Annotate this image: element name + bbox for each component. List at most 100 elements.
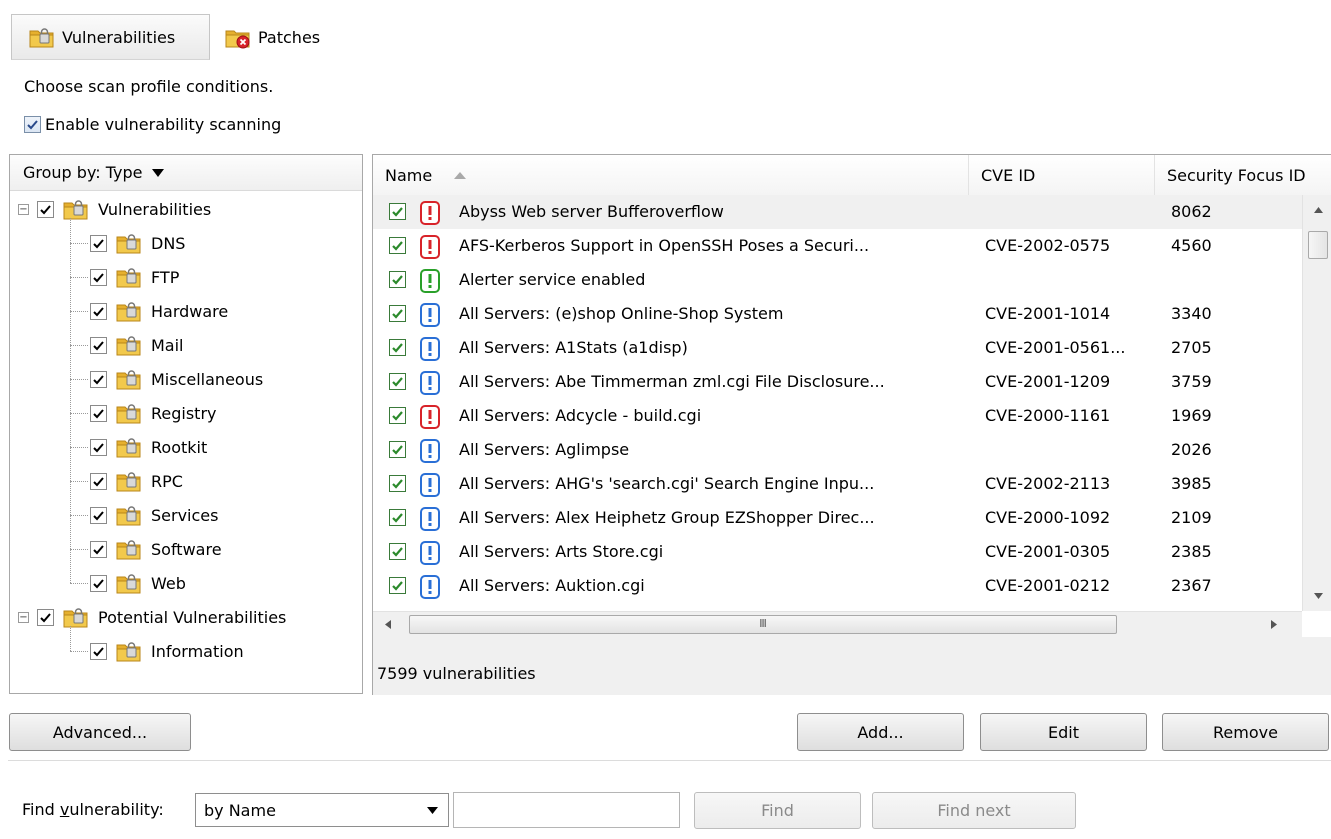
row-checkbox[interactable]	[389, 373, 406, 390]
table-row[interactable]: All Servers: Adcycle - build.cgi CVE-2000…	[373, 399, 1302, 433]
tree-node-label: DNS	[151, 233, 186, 253]
tab-patches[interactable]: Patches	[210, 14, 338, 60]
row-checkbox[interactable]	[389, 271, 406, 288]
table-row[interactable]: All Servers: Auktion.cgi CVE-2001-0212 236…	[373, 569, 1302, 603]
tree-node-label: Software	[151, 539, 222, 559]
row-checkbox[interactable]	[389, 441, 406, 458]
tree-child-node[interactable]: FTP	[90, 260, 179, 294]
table-row[interactable]: Alerter service enabled	[373, 263, 1302, 297]
checkmark-icon	[93, 238, 104, 248]
table-row[interactable]: AFS-Kerberos Support in OpenSSH Poses a …	[373, 229, 1302, 263]
row-checkbox[interactable]	[389, 305, 406, 322]
advanced-button[interactable]: Advanced...	[9, 713, 191, 751]
column-header-cve[interactable]: CVE ID	[969, 155, 1155, 195]
tree-node[interactable]: − Potential Vulnerabilities	[18, 600, 286, 634]
collapse-icon[interactable]: −	[18, 203, 29, 215]
column-header-security-focus[interactable]: Security Focus ID	[1155, 155, 1331, 195]
vertical-scrollbar[interactable]	[1302, 195, 1331, 611]
find-button[interactable]: Find	[694, 792, 861, 829]
column-header-name[interactable]: Name	[373, 155, 969, 195]
tree-node-label: Vulnerabilities	[98, 199, 212, 219]
remove-button[interactable]: Remove	[1162, 713, 1329, 751]
checkbox[interactable]	[90, 234, 107, 252]
checkbox[interactable]	[90, 302, 107, 320]
checkbox[interactable]	[90, 336, 107, 354]
checkbox[interactable]	[90, 506, 107, 524]
row-checkbox[interactable]	[389, 407, 406, 424]
checkbox[interactable]	[37, 200, 54, 218]
row-checkbox[interactable]	[389, 237, 406, 254]
scroll-right-icon[interactable]	[1271, 620, 1277, 629]
tree-child-node[interactable]: RPC	[90, 464, 183, 498]
collapse-icon[interactable]: −	[18, 611, 29, 623]
table-row[interactable]: All Servers: A1Stats (a1disp) CVE-2001-05…	[373, 331, 1302, 365]
tree-child-node[interactable]: Registry	[90, 396, 217, 430]
horizontal-scrollbar[interactable]: Ⅲ	[373, 611, 1302, 637]
table-row[interactable]	[373, 603, 1302, 609]
group-by-dropdown[interactable]: Group by: Type	[10, 155, 362, 191]
folder-lock-icon	[116, 506, 141, 526]
scroll-left-icon[interactable]	[385, 620, 391, 629]
checkmark-icon	[27, 120, 38, 130]
tree-child-node[interactable]: Web	[90, 566, 186, 600]
row-checkbox[interactable]	[389, 509, 406, 526]
tree-child-node[interactable]: Hardware	[90, 294, 228, 328]
find-query-input[interactable]	[453, 792, 680, 828]
tree-connector	[70, 549, 88, 550]
checkbox[interactable]	[90, 438, 107, 456]
group-by-label: Group by: Type	[23, 163, 143, 182]
tree-child-node[interactable]: Information	[90, 634, 244, 668]
tree-node-label: Potential Vulnerabilities	[98, 607, 287, 627]
tree-connector	[70, 515, 88, 516]
tree-child-node[interactable]: Services	[90, 498, 218, 532]
row-checkbox[interactable]	[389, 577, 406, 594]
tree-child-node[interactable]: Mail	[90, 328, 184, 362]
checkbox[interactable]	[90, 574, 107, 592]
enable-scanning-checkbox[interactable]: Enable vulnerability scanning	[24, 115, 281, 134]
tree-connector	[70, 447, 88, 448]
scroll-thumb[interactable]: Ⅲ	[409, 615, 1117, 634]
checkbox[interactable]	[90, 404, 107, 422]
find-mode-select[interactable]: by Name	[195, 793, 449, 827]
row-checkbox[interactable]	[389, 339, 406, 356]
tree-child-node[interactable]: DNS	[90, 226, 185, 260]
table-row[interactable]: Abyss Web server Bufferoverflow 8062	[373, 195, 1302, 229]
tree-child-node[interactable]: Rootkit	[90, 430, 207, 464]
checkbox[interactable]	[37, 608, 54, 626]
category-tree: Group by: Type − Vulnerabilities DNS FTP Har…	[9, 154, 363, 694]
tree-connector	[70, 379, 88, 380]
row-checkbox[interactable]	[389, 203, 406, 220]
add-button[interactable]: Add...	[797, 713, 964, 751]
scroll-down-icon[interactable]	[1314, 593, 1323, 599]
table-row[interactable]: All Servers: Arts Store.cgi CVE-2001-0305…	[373, 535, 1302, 569]
tree-child-node[interactable]: Software	[90, 532, 222, 566]
tree-node[interactable]: − Vulnerabilities	[18, 192, 211, 226]
checkbox[interactable]	[90, 268, 107, 286]
vulnerability-name: All Servers: Auktion.cgi	[459, 576, 645, 595]
tree-child-node[interactable]: Miscellaneous	[90, 362, 263, 396]
table-row[interactable]: All Servers: AHG's 'search.cgi' Search E…	[373, 467, 1302, 501]
table-row[interactable]: All Servers: Abe Timmerman zml.cgi File …	[373, 365, 1302, 399]
checkbox[interactable]	[90, 642, 107, 660]
scroll-thumb[interactable]	[1308, 231, 1328, 259]
row-checkbox[interactable]	[389, 543, 406, 560]
find-next-button[interactable]: Find next	[872, 792, 1076, 829]
table-row[interactable]: All Servers: (e)shop Online-Shop System C…	[373, 297, 1302, 331]
table-row[interactable]: All Servers: Alex Heiphetz Group EZShopp…	[373, 501, 1302, 535]
tree-connector	[70, 243, 88, 244]
security-focus-id: 4560	[1171, 236, 1212, 255]
edit-button[interactable]: Edit	[980, 713, 1147, 751]
tab-vulnerabilities[interactable]: Vulnerabilities	[11, 14, 210, 60]
table-row[interactable]: All Servers: Aglimpse 2026	[373, 433, 1302, 467]
scroll-up-icon[interactable]	[1314, 207, 1323, 213]
security-focus-id: 2705	[1171, 338, 1212, 357]
checkbox[interactable]	[90, 370, 107, 388]
checkbox[interactable]	[24, 116, 41, 133]
vulnerability-name: Abyss Web server Bufferoverflow	[459, 202, 724, 221]
checkmark-icon	[40, 204, 51, 214]
checkbox[interactable]	[90, 472, 107, 490]
checkbox[interactable]	[90, 540, 107, 558]
tab-bar: Vulnerabilities Patches	[11, 14, 338, 60]
tree-connector	[70, 413, 88, 414]
row-checkbox[interactable]	[389, 475, 406, 492]
